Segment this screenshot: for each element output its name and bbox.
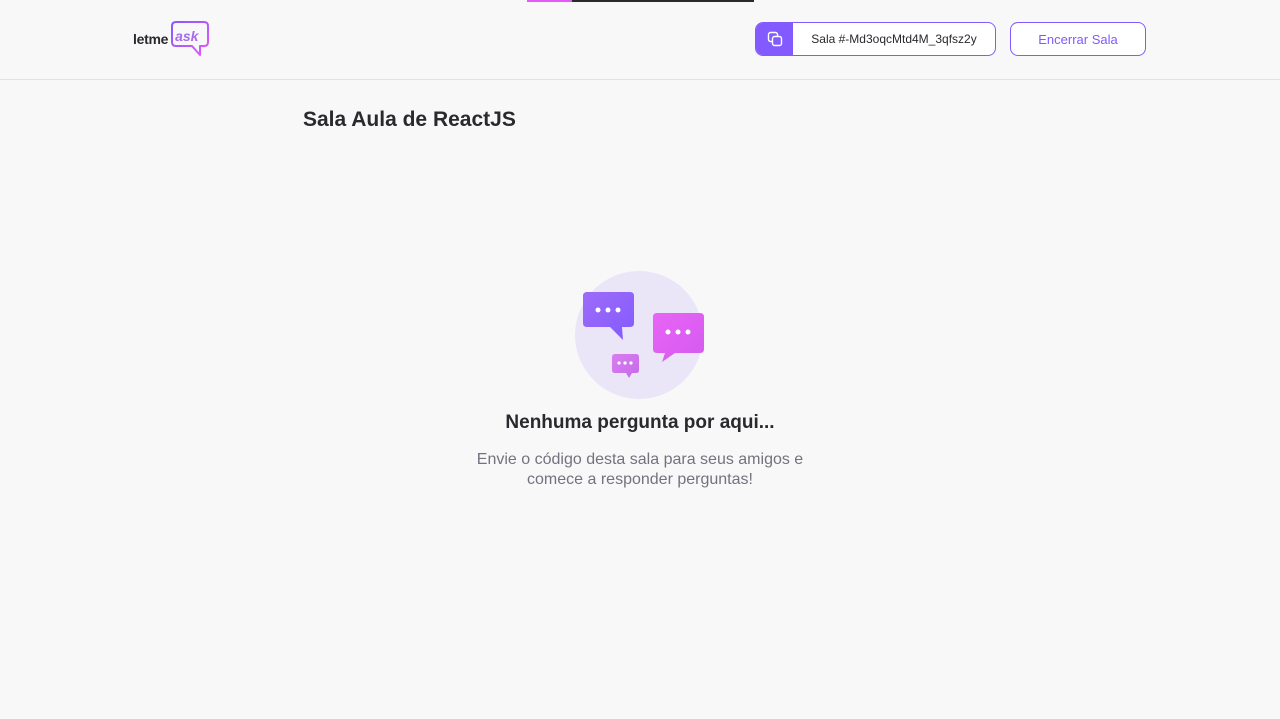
logo-accent-badge: ask: [170, 20, 210, 58]
room-code-button[interactable]: Sala #-Md3oqcMtd4M_3qfsz2y: [755, 22, 996, 56]
app-header: letme ask Sala #-Md3oqcMtd4M_3qfsz2y Enc…: [0, 0, 1280, 80]
empty-state-title: Nenhuma pergunta por aqui...: [505, 412, 775, 433]
copy-button[interactable]: [756, 23, 793, 55]
close-room-button[interactable]: Encerrar Sala: [1010, 22, 1146, 56]
empty-questions-icon: [574, 270, 706, 400]
page-title: Sala Aula de ReactJS: [303, 108, 516, 131]
room-code-label: Sala #-Md3oqcMtd4M_3qfsz2y: [811, 32, 977, 46]
logo[interactable]: letme ask: [133, 19, 215, 59]
empty-state-description: Envie o código desta sala para seus amig…: [476, 451, 804, 488]
copy-icon: [767, 31, 782, 47]
logo-prefix: letme: [133, 31, 169, 47]
logo-accent: ask: [175, 28, 199, 44]
